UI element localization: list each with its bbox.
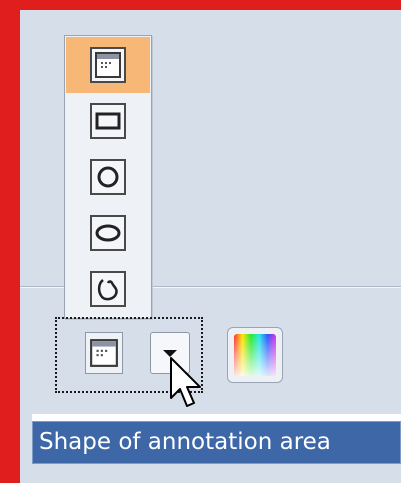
shape-option-circle[interactable] (66, 149, 150, 205)
window-frame: Shape of annotation area (0, 0, 401, 483)
tooltip-gap (32, 414, 401, 421)
shape-dropdown-list (64, 35, 152, 319)
selection-border-left (0, 0, 20, 483)
area-shape-icon (90, 47, 126, 83)
shape-combo-current[interactable] (85, 332, 123, 374)
freehand-shape-icon (90, 271, 126, 307)
circle-shape-icon (90, 159, 126, 195)
selection-border-top (0, 0, 401, 10)
rectangle-shape-icon (90, 103, 126, 139)
tooltip: Shape of annotation area (32, 421, 401, 464)
shape-option-ellipse[interactable] (66, 205, 150, 261)
area-shape-icon (90, 339, 118, 367)
color-palette-icon (234, 334, 276, 376)
color-picker-button[interactable] (227, 327, 283, 383)
ellipse-shape-icon (90, 215, 126, 251)
shape-option-rectangle[interactable] (66, 93, 150, 149)
shape-option-freehand[interactable] (66, 261, 150, 317)
shape-option-area[interactable] (66, 37, 150, 93)
mouse-cursor-icon (170, 357, 201, 407)
